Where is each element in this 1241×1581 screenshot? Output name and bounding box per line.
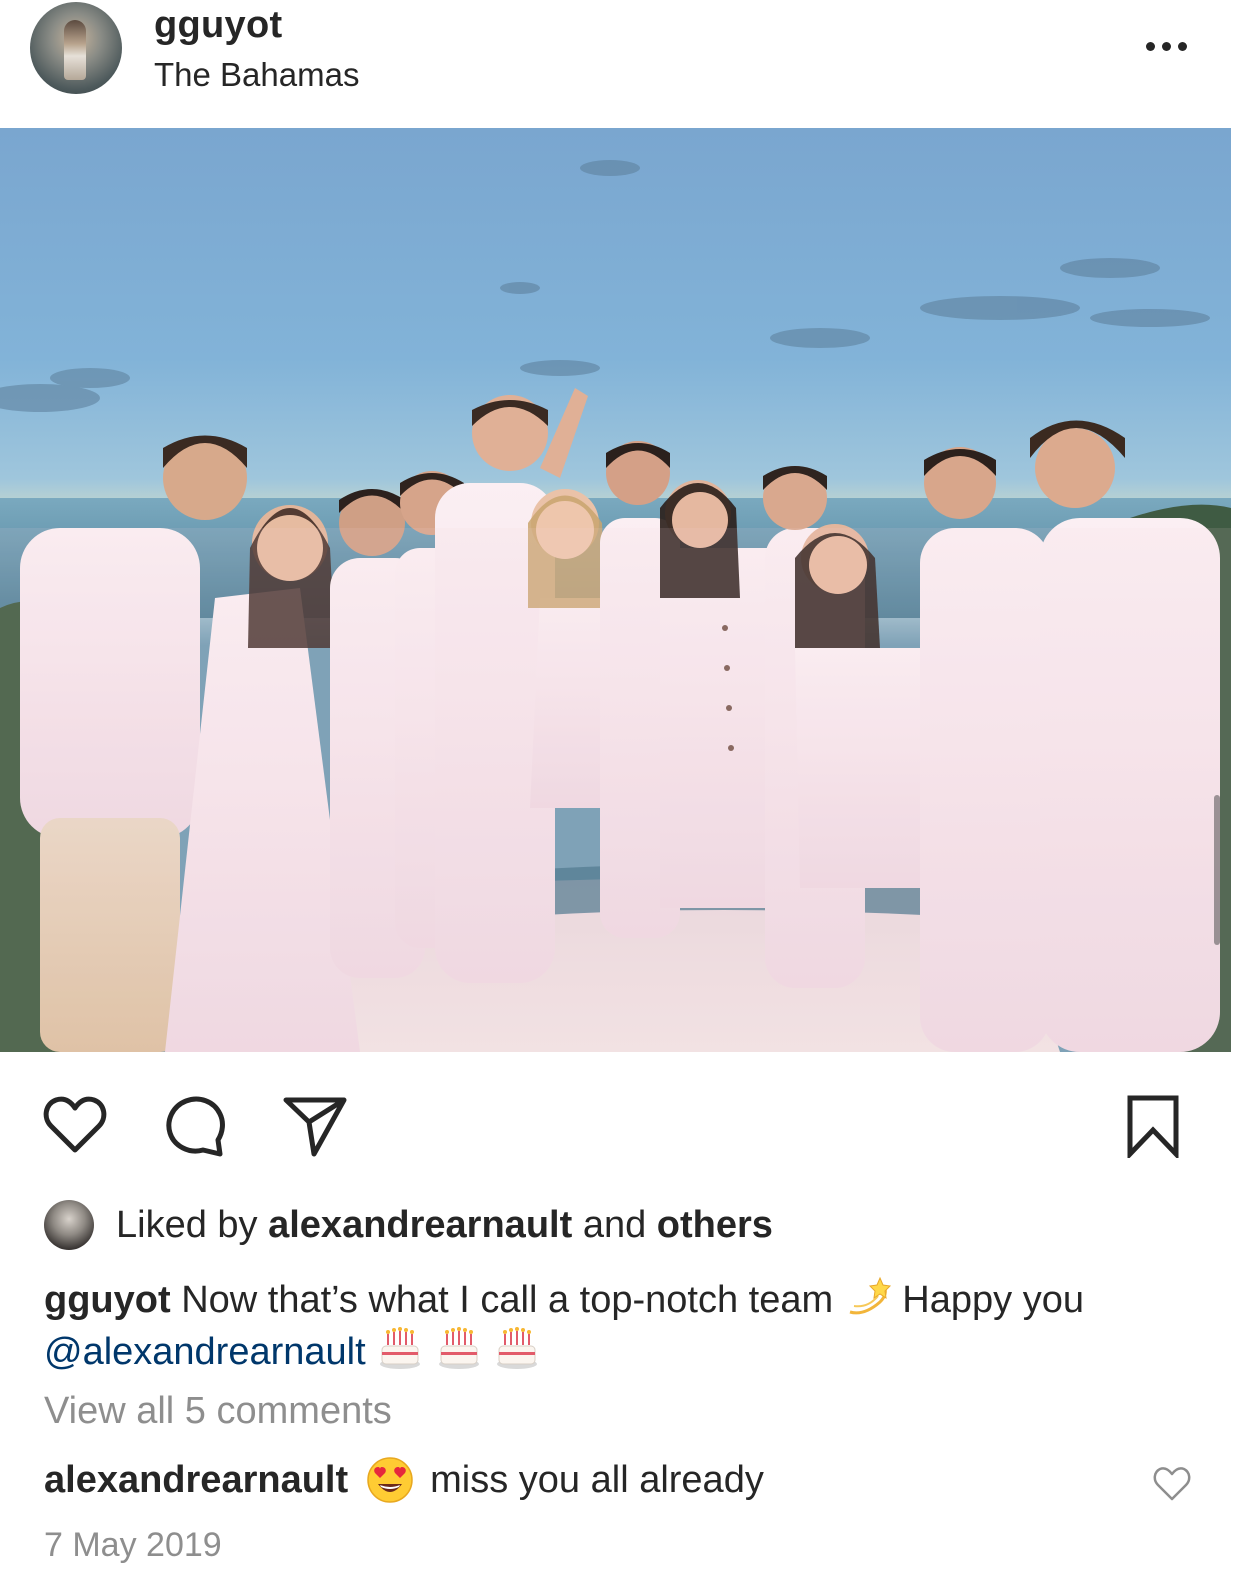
- heart-eyes-emoji-icon: [367, 1457, 413, 1503]
- post-header: gguyot The Bahamas: [0, 0, 1241, 128]
- birthday-cake-emoji-icon: [380, 1327, 421, 1369]
- caption-username[interactable]: gguyot: [44, 1279, 171, 1321]
- birthday-cake-emoji-icon: [438, 1327, 479, 1369]
- likes-summary: Liked by alexandrearnault and others: [44, 1198, 773, 1252]
- user-avatar[interactable]: [30, 2, 122, 94]
- caption-text: Now that’s what I call a top-notch team: [181, 1279, 834, 1321]
- scrollbar[interactable]: [1214, 795, 1220, 945]
- liker-username[interactable]: alexandrearnault: [268, 1204, 572, 1247]
- birthday-cake-emoji-icon: [497, 1327, 538, 1369]
- view-all-comments-link[interactable]: View all 5 comments: [44, 1390, 392, 1433]
- comment-username[interactable]: alexandrearnault: [44, 1459, 348, 1502]
- comment-text: miss you all already: [430, 1458, 764, 1501]
- more-options-icon[interactable]: [1136, 26, 1196, 66]
- caption-text-2: Happy you: [902, 1279, 1084, 1321]
- post-caption: gguyot Now that’s what I call a top-notc…: [44, 1272, 1194, 1376]
- post-location[interactable]: The Bahamas: [154, 56, 359, 94]
- likes-others-link[interactable]: others: [657, 1204, 773, 1247]
- post-date: 7 May 2019: [44, 1526, 222, 1564]
- comment-bubble-icon[interactable]: [162, 1092, 228, 1158]
- heart-outline-icon[interactable]: [42, 1092, 108, 1158]
- likes-prefix: Liked by: [116, 1203, 258, 1246]
- post-photo[interactable]: [0, 128, 1231, 1052]
- heart-outline-icon[interactable]: [1153, 1466, 1191, 1502]
- bookmark-outline-icon[interactable]: [1120, 1092, 1186, 1158]
- paper-plane-icon[interactable]: [282, 1092, 348, 1158]
- dizzy-star-emoji-icon: [849, 1276, 891, 1315]
- post-actions: [0, 1080, 1241, 1170]
- comment-row: alexandrearnault miss you all already: [44, 1456, 764, 1504]
- caption-mention-link[interactable]: @alexandrearnault: [44, 1331, 366, 1373]
- liker-avatar[interactable]: [44, 1200, 94, 1250]
- post-username[interactable]: gguyot: [154, 4, 282, 47]
- likes-and: and: [582, 1203, 647, 1246]
